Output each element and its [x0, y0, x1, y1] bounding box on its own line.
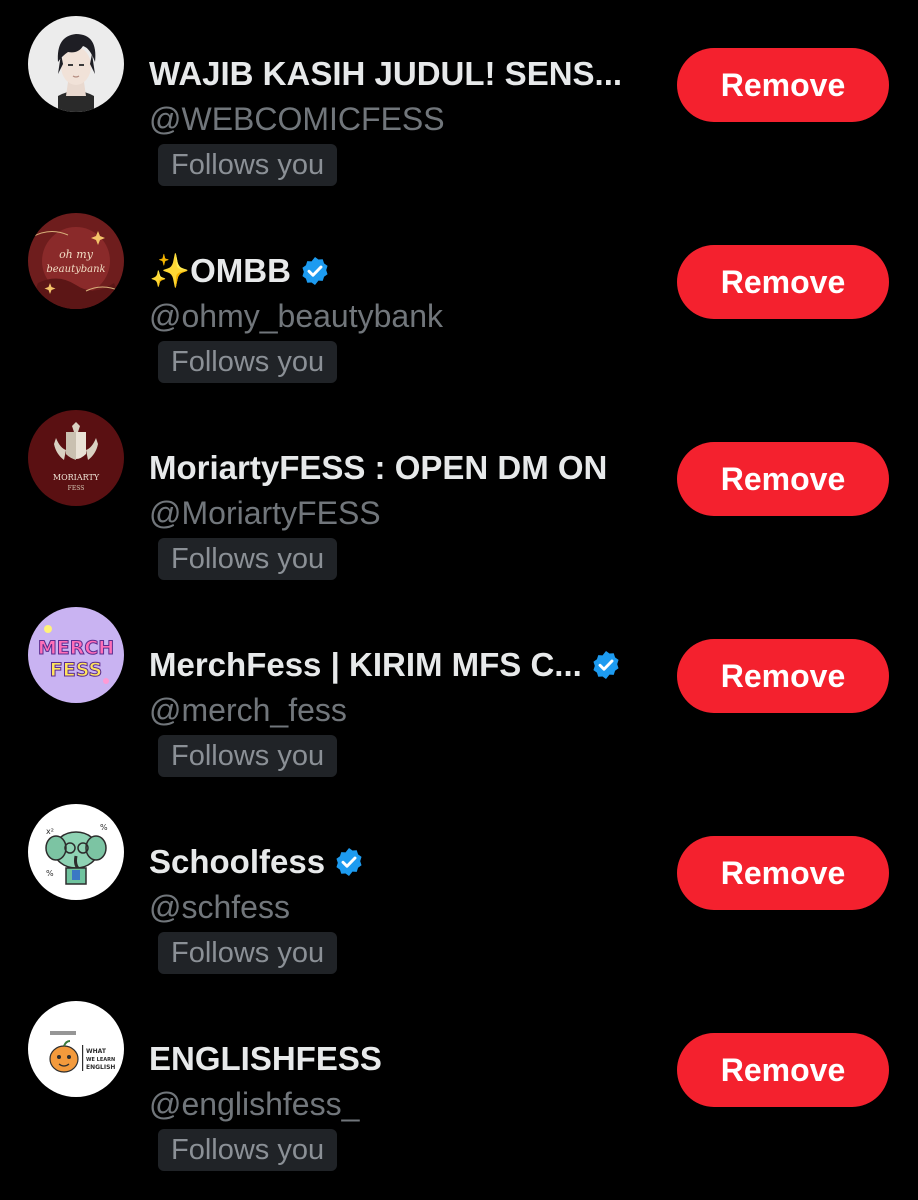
avatar-text: beautybank [46, 264, 105, 275]
follows-you-badge: Follows you [158, 932, 338, 974]
verified-badge-icon [590, 649, 622, 681]
svg-text:x²: x² [46, 827, 54, 836]
follower-row[interactable]: MORIARTY FESS MoriartyFESS : OPEN DM ON … [0, 394, 918, 591]
display-name[interactable]: MerchFess | KIRIM MFS C... [149, 646, 582, 684]
name-line: ✨OMBB [149, 249, 331, 293]
svg-text:%: % [46, 869, 54, 878]
display-name[interactable]: MoriartyFESS : OPEN DM ON [149, 449, 607, 487]
name-line: WAJIB KASIH JUDUL! SENS... [149, 52, 622, 96]
handle[interactable]: @schfess [149, 889, 290, 926]
elephant-student-icon[interactable]: x² % % [28, 804, 124, 900]
display-name[interactable]: ✨OMBB [149, 252, 291, 291]
avatar-text: WE LEARN [86, 1057, 115, 1063]
avatar-text: MERCH [38, 637, 114, 659]
name-line: ENGLISHFESS [149, 1037, 382, 1081]
handle[interactable]: @ohmy_beautybank [149, 298, 443, 335]
avatar-text: oh my [59, 248, 94, 261]
englishfess-pumpkin-icon[interactable]: WHAT WE LEARN ENGLISH [28, 1001, 124, 1097]
verified-badge-icon [299, 255, 331, 287]
remove-button[interactable]: Remove [677, 245, 889, 319]
handle[interactable]: @merch_fess [149, 692, 347, 729]
remove-button[interactable]: Remove [677, 48, 889, 122]
follows-you-badge: Follows you [158, 538, 338, 580]
anime-boy-avatar-icon[interactable] [28, 16, 124, 112]
avatar-text: FESS [68, 485, 85, 492]
display-name[interactable]: ENGLISHFESS [149, 1040, 382, 1078]
name-line: MoriartyFESS : OPEN DM ON [149, 446, 607, 490]
follower-row[interactable]: oh my beautybank ✨OMBB @ohmy_beautybank … [0, 197, 918, 394]
handle[interactable]: @WEBCOMICFESS [149, 101, 445, 138]
follower-row[interactable]: WHAT WE LEARN ENGLISH ENGLISHFESS @engli… [0, 985, 918, 1182]
merchfess-logo-icon[interactable]: MERCH FESS [28, 607, 124, 703]
remove-button[interactable]: Remove [677, 1033, 889, 1107]
display-name[interactable]: Schoolfess [149, 843, 325, 881]
follows-you-badge: Follows you [158, 1129, 338, 1171]
avatar-text: WHAT [86, 1048, 107, 1055]
handle[interactable]: @MoriartyFESS [149, 495, 381, 532]
avatar-text: FESS [50, 659, 102, 681]
name-line: Schoolfess [149, 840, 365, 884]
follows-you-badge: Follows you [158, 144, 338, 186]
remove-button[interactable]: Remove [677, 639, 889, 713]
follows-you-badge: Follows you [158, 341, 338, 383]
moriarty-crest-icon[interactable]: MORIARTY FESS [28, 410, 124, 506]
follower-row[interactable]: WAJIB KASIH JUDUL! SENS... @WEBCOMICFESS… [0, 0, 918, 197]
follows-you-badge: Follows you [158, 735, 338, 777]
name-line: MerchFess | KIRIM MFS C... [149, 643, 622, 687]
display-name[interactable]: WAJIB KASIH JUDUL! SENS... [149, 55, 622, 93]
verified-badge-icon [333, 846, 365, 878]
avatar-text: MORIARTY [53, 473, 100, 482]
svg-text:%: % [100, 823, 108, 832]
remove-button[interactable]: Remove [677, 442, 889, 516]
follower-row[interactable]: x² % % Schoolfess @schfess Follows you R… [0, 788, 918, 985]
avatar-text: ENGLISH [86, 1064, 115, 1071]
handle[interactable]: @englishfess_ [149, 1086, 359, 1123]
remove-button[interactable]: Remove [677, 836, 889, 910]
follower-row[interactable]: MERCH FESS MerchFess | KIRIM MFS C... @m… [0, 591, 918, 788]
oh-my-beautybank-logo-icon[interactable]: oh my beautybank [28, 213, 124, 309]
